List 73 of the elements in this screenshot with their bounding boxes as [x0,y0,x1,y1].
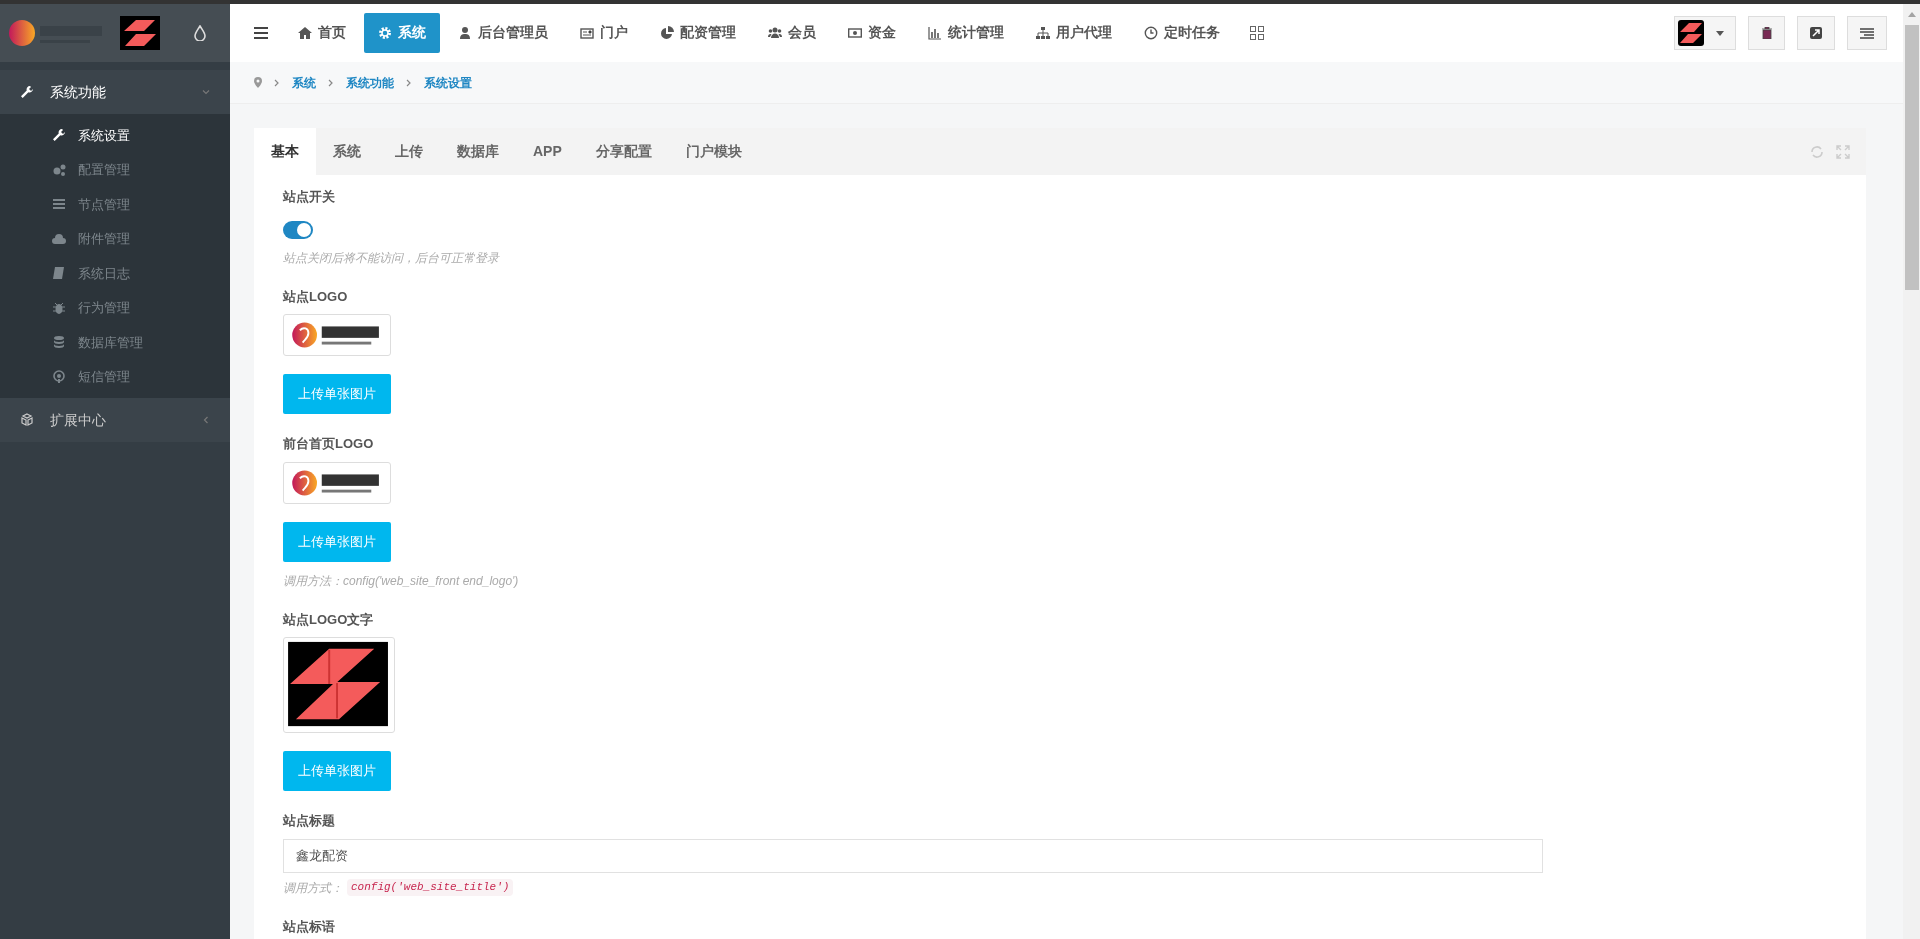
droplet-icon[interactable] [194,25,206,41]
chevron-down-icon [202,88,210,96]
field-label: 站点标题 [283,812,336,830]
delete-button[interactable] [1748,16,1785,50]
sitemap-icon [1036,26,1050,40]
nav-tab[interactable]: 会员 [754,13,830,53]
database-icon [52,335,66,350]
chevron-left-icon [202,416,210,424]
nav-tab[interactable]: 系统 [364,13,440,53]
chevron-right-icon [274,78,280,87]
breadcrumb-link[interactable]: 系统功能 [346,73,394,92]
chevron-right-icon [328,78,334,87]
help-text: 调用方法：config('web_site_front end_logo') [283,572,520,590]
nav-tab[interactable]: 用户代理 [1022,13,1126,53]
submenu-item[interactable]: 行为管理 [0,290,230,325]
settings-tab[interactable]: 基本 [254,128,316,175]
submenu-item[interactable]: 节点管理 [0,187,230,222]
user-icon [458,26,472,40]
nav-tab[interactable]: 配资管理 [646,13,750,53]
caret-icon [1716,30,1724,36]
toggle-switch[interactable] [283,220,313,239]
input-field[interactable]: 鑫龙配资 [283,838,1543,873]
breadcrumb-link[interactable]: 系统设置 [424,73,472,92]
open-button[interactable] [1797,16,1835,50]
field-label: 站点开关 [283,188,336,206]
nav-tab[interactable]: 首页 [284,13,360,53]
wrench-icon [20,85,34,99]
home-icon [298,26,312,40]
menu-group[interactable]: 系统功能 [0,70,230,114]
bug-icon [52,300,66,315]
field-label: 站点LOGO [283,287,349,306]
wrench-icon [52,128,66,143]
list-icon [52,197,66,212]
nav-tab[interactable]: 后台管理员 [444,13,562,53]
external-link-icon [1810,27,1822,39]
nav-tab[interactable]: 门户 [566,13,642,53]
list-icon [1860,27,1874,39]
help-text: 站点关闭后将不能访问，后台可正常登录 [283,249,501,267]
account-dropdown[interactable] [1674,16,1736,50]
cubes-icon [20,413,34,427]
submenu-item[interactable]: 系统日志 [0,256,230,291]
settings-button[interactable] [1847,16,1887,50]
clock-icon [1144,26,1158,40]
nav-tab[interactable]: 资金 [834,13,910,53]
submenu-item[interactable]: 数据库管理 [0,325,230,360]
field-label: 站点LOGO文字 [283,610,375,629]
users-icon [768,26,782,40]
avatar-icon [1678,20,1704,46]
field-label: 站点标语 [283,917,336,936]
menu-icon[interactable] [254,27,268,39]
pie-chart-icon [660,26,674,40]
cloud-upload-icon [52,231,66,246]
submenu-item[interactable]: 短信管理 [0,359,230,394]
field-label: 前台首页LOGO [283,435,375,453]
trash-icon [1761,27,1772,39]
submenu-item[interactable]: 系统设置 [0,118,230,153]
code-snippet: config('web_site_title') [347,879,514,896]
gear-icon [378,26,392,40]
submenu-item[interactable]: 配置管理 [0,152,230,187]
submenu-item[interactable]: 附件管理 [0,221,230,256]
nav-tab[interactable]: 定时任务 [1130,13,1234,53]
bar-chart-icon [928,26,942,40]
map-pin-icon [254,77,262,88]
grid-icon[interactable] [1250,26,1264,40]
chevron-right-icon [406,78,412,87]
brand-mark-icon [120,16,160,50]
breadcrumb-link[interactable]: 系统 [292,73,316,92]
help-text: 调用方式： [283,879,343,897]
newspaper-icon [580,26,594,40]
menu-group[interactable]: 扩展中心 [0,398,230,442]
scrollbar-thumb[interactable] [1904,25,1919,290]
money-icon [848,26,862,40]
nav-tab[interactable]: 统计管理 [914,13,1018,53]
